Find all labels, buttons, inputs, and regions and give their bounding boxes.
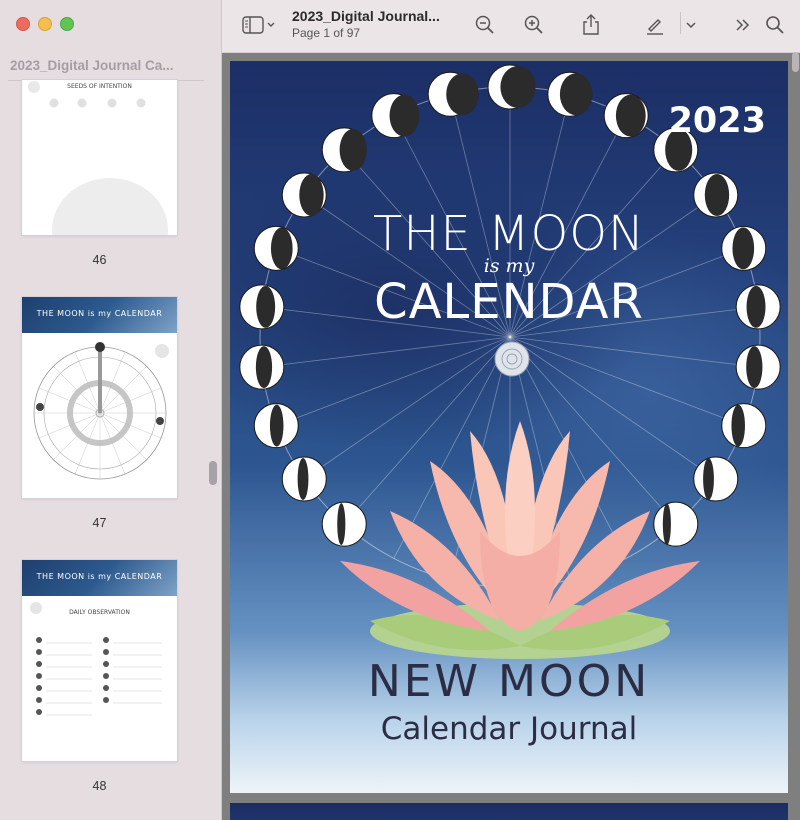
sidebar-title: 2023_Digital Journal Ca... <box>10 58 174 73</box>
markup-button[interactable] <box>642 12 668 38</box>
markup-menu-button[interactable] <box>678 12 704 38</box>
sidebar-icon <box>242 16 275 34</box>
thumbnail-page-number: 46 <box>92 253 107 267</box>
moon-phase-icon <box>281 456 327 502</box>
close-window-button[interactable] <box>16 17 30 31</box>
cover-year: 2023 <box>668 101 766 141</box>
moon-phase-icon <box>693 456 739 502</box>
moon-phase-icon <box>427 71 479 117</box>
thumbnail-banner-title: THE MOON is my CALENDAR <box>36 309 163 318</box>
zoom-out-icon <box>475 15 494 34</box>
moon-phase-icon <box>603 93 649 139</box>
zoom-out-button[interactable] <box>472 12 498 38</box>
share-icon <box>583 14 599 35</box>
moon-phase-icon <box>735 344 781 390</box>
thumbnail-heading: SEEDS OF INTENTION <box>67 83 132 90</box>
moon-phase-icon <box>653 501 699 547</box>
sidebar-scrollbar[interactable] <box>209 461 217 485</box>
moon-phase-icon <box>239 344 285 390</box>
thumbnail-page-46[interactable]: SEEDS OF INTENTION <box>22 80 177 235</box>
cover-subtitle-line2: Calendar Journal <box>380 711 638 747</box>
thumbnail-page-47[interactable]: THE MOON is my CALENDAR <box>22 297 177 498</box>
share-button[interactable] <box>578 12 604 38</box>
moon-phase-icon <box>253 403 299 449</box>
toolbar: 2023_Digital Journal... Page 1 of 97 <box>222 0 800 53</box>
cover-title-line1: THE MOON <box>373 206 645 262</box>
thumbnail-banner: THE MOON is my CALENDAR <box>22 297 177 333</box>
thumbnail-page-number: 48 <box>92 779 107 793</box>
document-title: 2023_Digital Journal... <box>292 8 440 24</box>
document-view[interactable]: 2023 THE MOON is my CALENDAR NEW MOON Ca… <box>222 53 800 820</box>
cover-title-line3: CALENDAR <box>374 274 644 330</box>
lotus-flower-art <box>340 421 700 659</box>
zoom-in-icon <box>524 15 543 34</box>
seeds-page-art <box>28 81 168 235</box>
more-tools-button[interactable] <box>730 12 756 38</box>
moon-phase-icon <box>721 403 767 449</box>
thumbnail-page-48[interactable]: THE MOON is my CALENDAR DAILY OBSERVATIO… <box>22 560 177 761</box>
thumbnail-banner-title: THE MOON is my CALENDAR <box>36 572 163 581</box>
chevrons-right-icon <box>736 19 750 31</box>
zoom-in-button[interactable] <box>521 12 547 38</box>
sidebar-toggle-button[interactable] <box>240 12 280 38</box>
daily-observation-rows <box>30 602 162 716</box>
moon-phase-icon <box>547 71 593 117</box>
moon-phase-icon <box>321 501 367 547</box>
pen-icon <box>647 19 663 35</box>
document-scrollbar[interactable] <box>792 52 799 72</box>
sidebar: 2023_Digital Journal Ca... SEEDS OF INTE… <box>0 0 222 820</box>
search-button[interactable] <box>762 12 788 38</box>
search-icon <box>766 16 784 34</box>
moon-phase-icon <box>371 93 420 139</box>
moon-phase-icon <box>487 64 536 110</box>
chevron-down-icon <box>686 22 696 29</box>
page-indicator: Page 1 of 97 <box>292 26 361 40</box>
zoom-window-button[interactable] <box>60 17 74 31</box>
pdf-page-2-preview <box>230 803 788 820</box>
cover-subtitle-line1: NEW MOON <box>367 656 651 707</box>
pdf-page-1: 2023 THE MOON is my CALENDAR NEW MOON Ca… <box>230 61 788 793</box>
minimize-window-button[interactable] <box>38 17 52 31</box>
wheel-spoke <box>509 336 744 427</box>
wheel-spoke <box>276 336 511 427</box>
moon-phase-icon <box>321 127 367 173</box>
thumbnail-banner: THE MOON is my CALENDAR <box>22 560 177 596</box>
thumbnail-page-number: 47 <box>92 516 107 530</box>
window-controls <box>16 17 74 31</box>
moon-wheel-diagram <box>33 342 169 480</box>
